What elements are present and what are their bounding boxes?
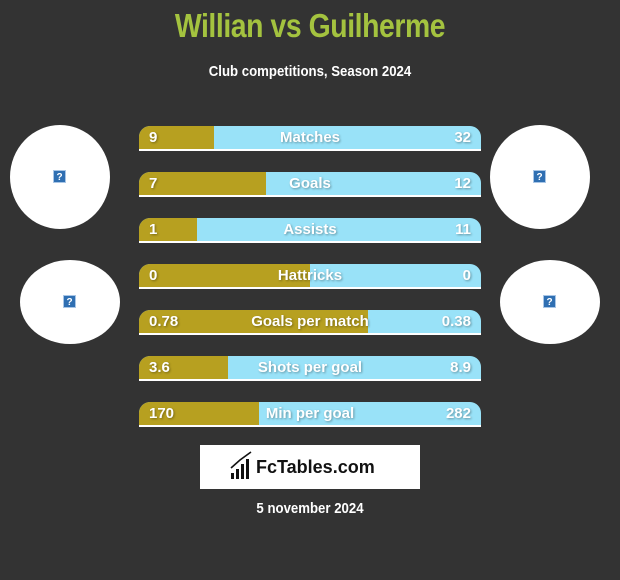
stat-bar: Assists 1 11 [139,218,481,243]
right-value: 282 [445,405,471,422]
right-value: 11 [455,221,471,238]
right-value: 8.9 [450,359,471,376]
stat-label: Assists [283,221,337,238]
stat-label: Matches [279,129,341,146]
page-subtitle: Club competitions, Season 2024 [208,63,412,80]
stat-bar: Shots per goal 3.6 8.9 [139,356,481,381]
stat-bar: Goals 7 12 [139,172,481,197]
right-club-logo: ? [500,260,600,344]
right-value: 0.38 [441,313,471,330]
left-value: 1 [149,221,158,238]
stat-bar: Hattricks 0 0 [139,264,481,289]
logo-text: FcTables.com [256,457,375,477]
missing-image-icon: ? [543,295,556,308]
left-value: 3.6 [149,359,170,376]
date-label: 5 november 2024 [256,500,364,517]
stat-label: Goals per match [251,313,369,330]
stat-bar: Goals per match 0.78 0.38 [139,310,481,335]
left-value: 9 [149,129,158,146]
left-player-avatar: ? [10,125,110,229]
stat-label: Shots per goal [257,359,363,376]
stat-label: Goals [289,175,331,192]
bar-chart-icon [230,451,252,479]
missing-image-icon: ? [53,170,66,183]
left-club-logo: ? [20,260,120,344]
stat-bar: Min per goal 170 282 [139,402,481,427]
stat-label: Min per goal [265,405,355,422]
missing-image-icon: ? [533,170,546,183]
left-value: 7 [149,175,158,192]
missing-image-icon: ? [63,295,76,308]
right-player-avatar: ? [490,125,590,229]
right-value: 12 [454,175,471,192]
left-value: 0 [149,267,158,284]
stat-label: Hattricks [277,267,343,284]
left-value: 170 [149,405,175,422]
page-title: Willian vs Guilherme [174,7,446,44]
right-value: 0 [462,267,471,284]
stat-bar: Matches 9 32 [139,126,481,151]
right-value: 32 [454,129,471,146]
left-value: 0.78 [149,313,179,330]
fctables-logo[interactable]: FcTables.com [200,445,420,489]
